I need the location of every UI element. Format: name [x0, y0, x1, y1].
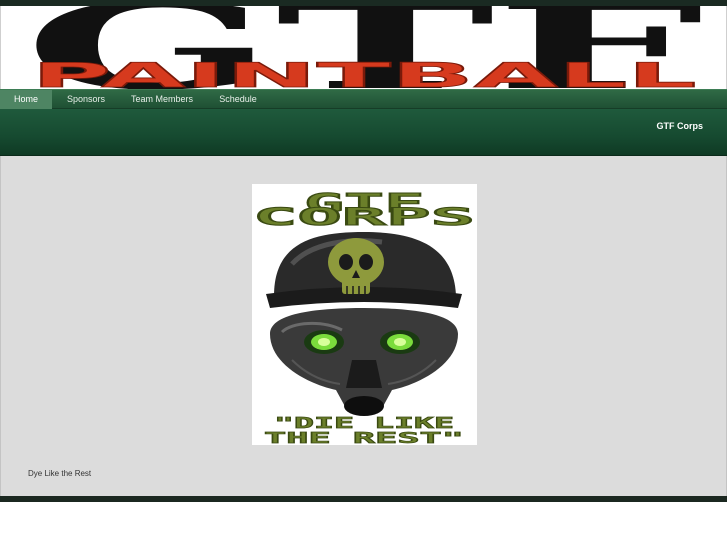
main-content: GTF CORPS "DIE LIKE THE REST" Dye Like t…: [0, 156, 727, 496]
poster-slogan-line2: THE REST": [264, 429, 464, 445]
nav-sponsors[interactable]: Sponsors: [54, 90, 118, 109]
banner-logo: GTF PAINTBALL: [24, 6, 704, 89]
banner-subtitle-text: PAINTBALL: [32, 56, 697, 89]
content-caption: Dye Like the Rest: [28, 469, 92, 478]
gtf-corps-poster: GTF CORPS "DIE LIKE THE REST": [252, 184, 477, 447]
main-nav: Home Sponsors Team Members Schedule: [0, 89, 727, 109]
header-band: GTF Corps: [0, 109, 727, 156]
nav-team-members[interactable]: Team Members: [124, 90, 200, 109]
site-banner: GTF PAINTBALL: [0, 6, 727, 89]
site-title: GTF Corps: [656, 121, 704, 131]
nav-home[interactable]: Home: [0, 90, 52, 109]
poster-line-corps: CORPS: [253, 203, 475, 231]
footer-strip: [0, 496, 727, 502]
nav-schedule[interactable]: Schedule: [210, 90, 266, 109]
helmet-illustration: [266, 232, 462, 416]
